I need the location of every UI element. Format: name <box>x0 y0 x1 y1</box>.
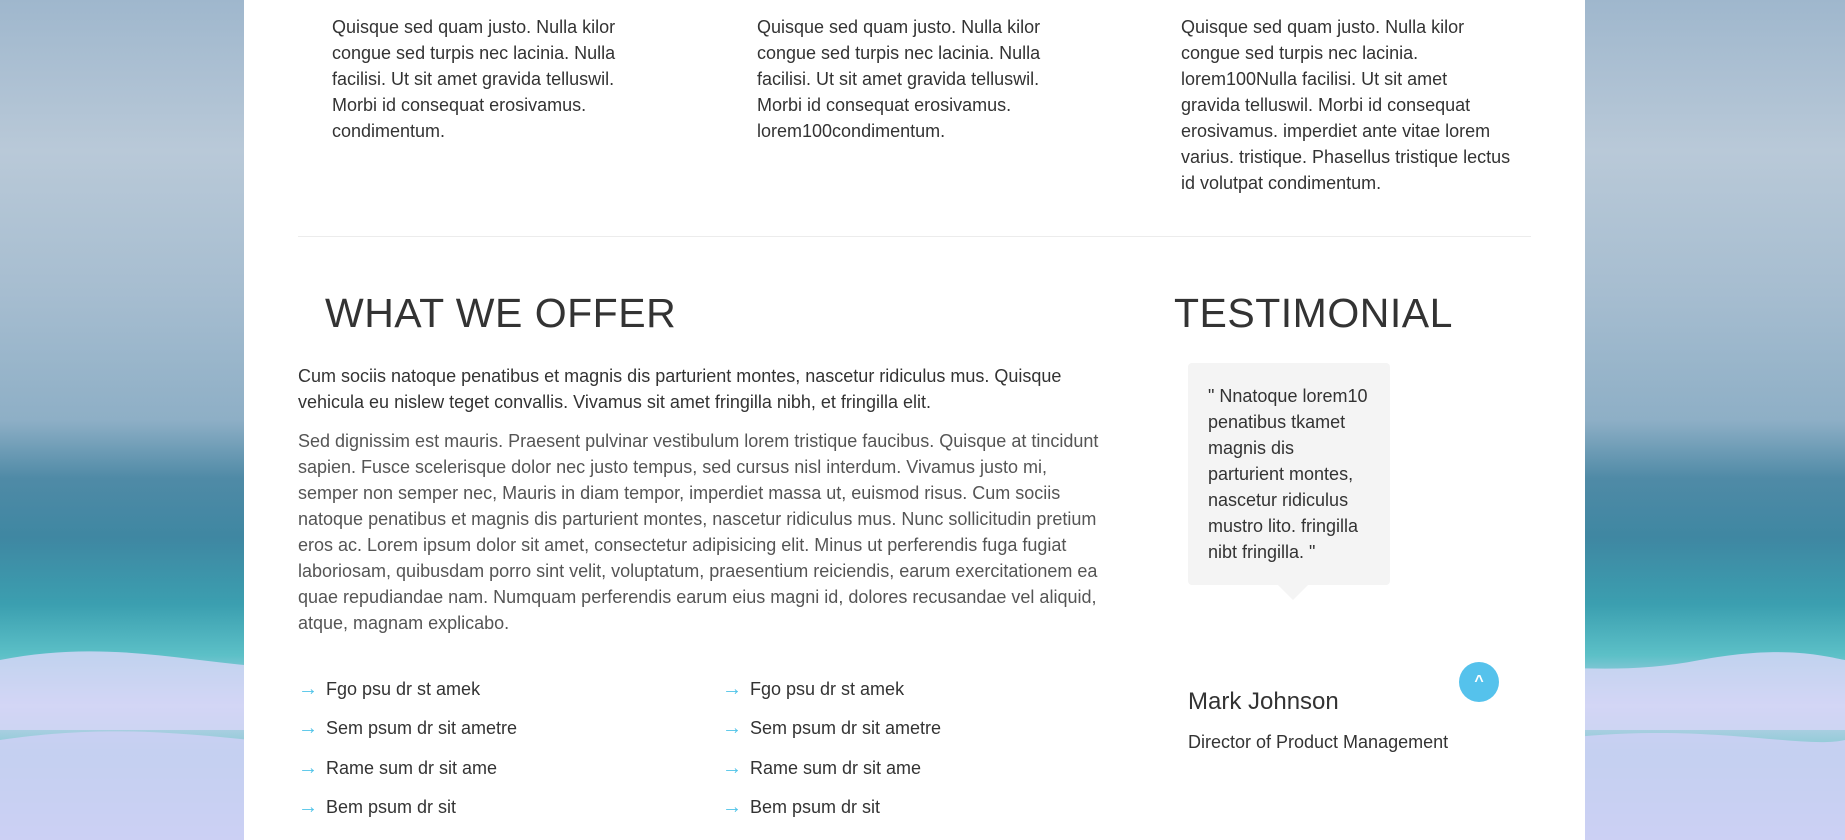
list-item: → Fgo psu dr st amek <box>298 678 481 701</box>
list-item: → Bem psum dr sit <box>722 796 881 819</box>
testimonial-heading: TESTIMONIAL <box>1174 290 1453 336</box>
arrow-right-icon: → <box>298 796 318 819</box>
arrow-right-icon: → <box>298 717 318 740</box>
arrow-right-icon: → <box>722 796 742 819</box>
arrow-right-icon: → <box>298 678 318 701</box>
testimonial-author-role: Director of Product Management <box>1188 732 1449 752</box>
section-divider <box>298 236 1531 237</box>
feature-text-2: Quisque sed quam justo. Nulla kilor cong… <box>757 17 1041 141</box>
offer-body: Sed dignissim est mauris. Praesent pulvi… <box>298 431 1099 633</box>
offer-lead: Cum sociis natoque penatibus et magnis d… <box>298 366 1062 412</box>
arrow-right-icon: → <box>722 756 742 779</box>
back-to-top-button[interactable]: ^ <box>1459 662 1499 702</box>
list-item: → Rame sum dr sit ame <box>298 756 498 779</box>
testimonial-author-name: Mark Johnson <box>1188 688 1339 715</box>
feature-text-3: Quisque sed quam justo. Nulla kilor cong… <box>1181 17 1511 193</box>
feature-text-1: Quisque sed quam justo. Nulla kilor cong… <box>332 17 616 141</box>
offer-list-left: → Fgo psu dr st amek → Sem psum dr sit ame… <box>298 670 517 827</box>
list-item: → Rame sum dr sit ame <box>722 756 922 779</box>
offer-list-right: → Fgo psu dr st amek → Sem psum dr sit ame… <box>722 670 941 827</box>
list-item: → Sem psum dr sit ametre <box>298 717 518 740</box>
content-panel: Quisque sed quam justo. Nulla kilor cong… <box>244 0 1585 840</box>
list-item: → Sem psum dr sit ametre <box>722 717 942 740</box>
list-item: → Fgo psu dr st amek <box>722 678 905 701</box>
arrow-right-icon: → <box>722 717 742 740</box>
arrow-right-icon: → <box>722 678 742 701</box>
list-item: → Bem psum dr sit <box>298 796 457 819</box>
testimonial-quote: " Nnatoque lorem10 penatibus tkamet magn… <box>1188 363 1390 600</box>
arrow-right-icon: → <box>298 756 318 779</box>
offer-heading: WHAT WE OFFER <box>325 290 677 336</box>
